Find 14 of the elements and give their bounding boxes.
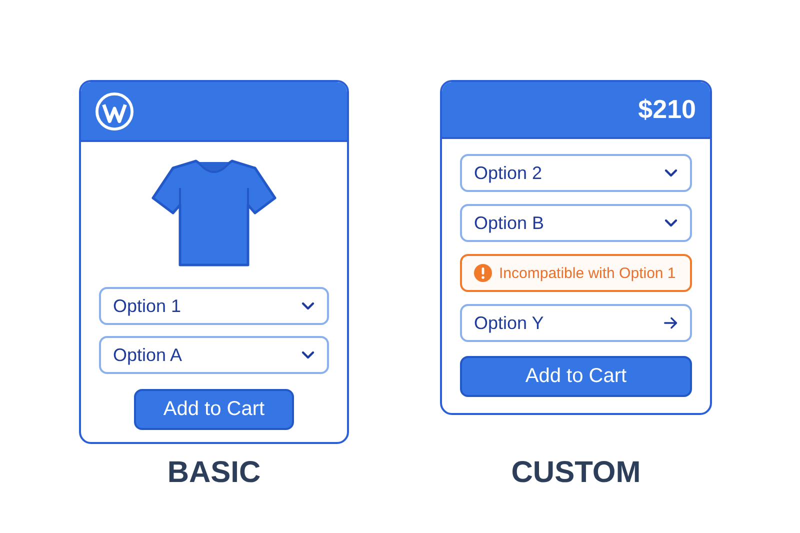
price-label: $210 (638, 94, 696, 125)
warning-message: Incompatible with Option 1 (460, 254, 692, 292)
card-caption: CUSTOM (510, 456, 642, 490)
select-field[interactable]: Option 1 (99, 287, 329, 325)
add-to-cart-button[interactable]: Add to Cart (134, 389, 294, 430)
card-caption: BASIC (166, 456, 262, 490)
select-field[interactable]: Option Y (460, 304, 692, 342)
select-field[interactable]: Option A (99, 336, 329, 374)
warning-icon (474, 264, 492, 282)
select-field[interactable]: Option B (460, 204, 692, 242)
arrow-right-icon (664, 316, 678, 330)
logo-icon (95, 92, 134, 130)
add-to-cart-button[interactable]: Add to Cart (460, 356, 692, 397)
select-field[interactable]: Option 2 (460, 154, 692, 192)
